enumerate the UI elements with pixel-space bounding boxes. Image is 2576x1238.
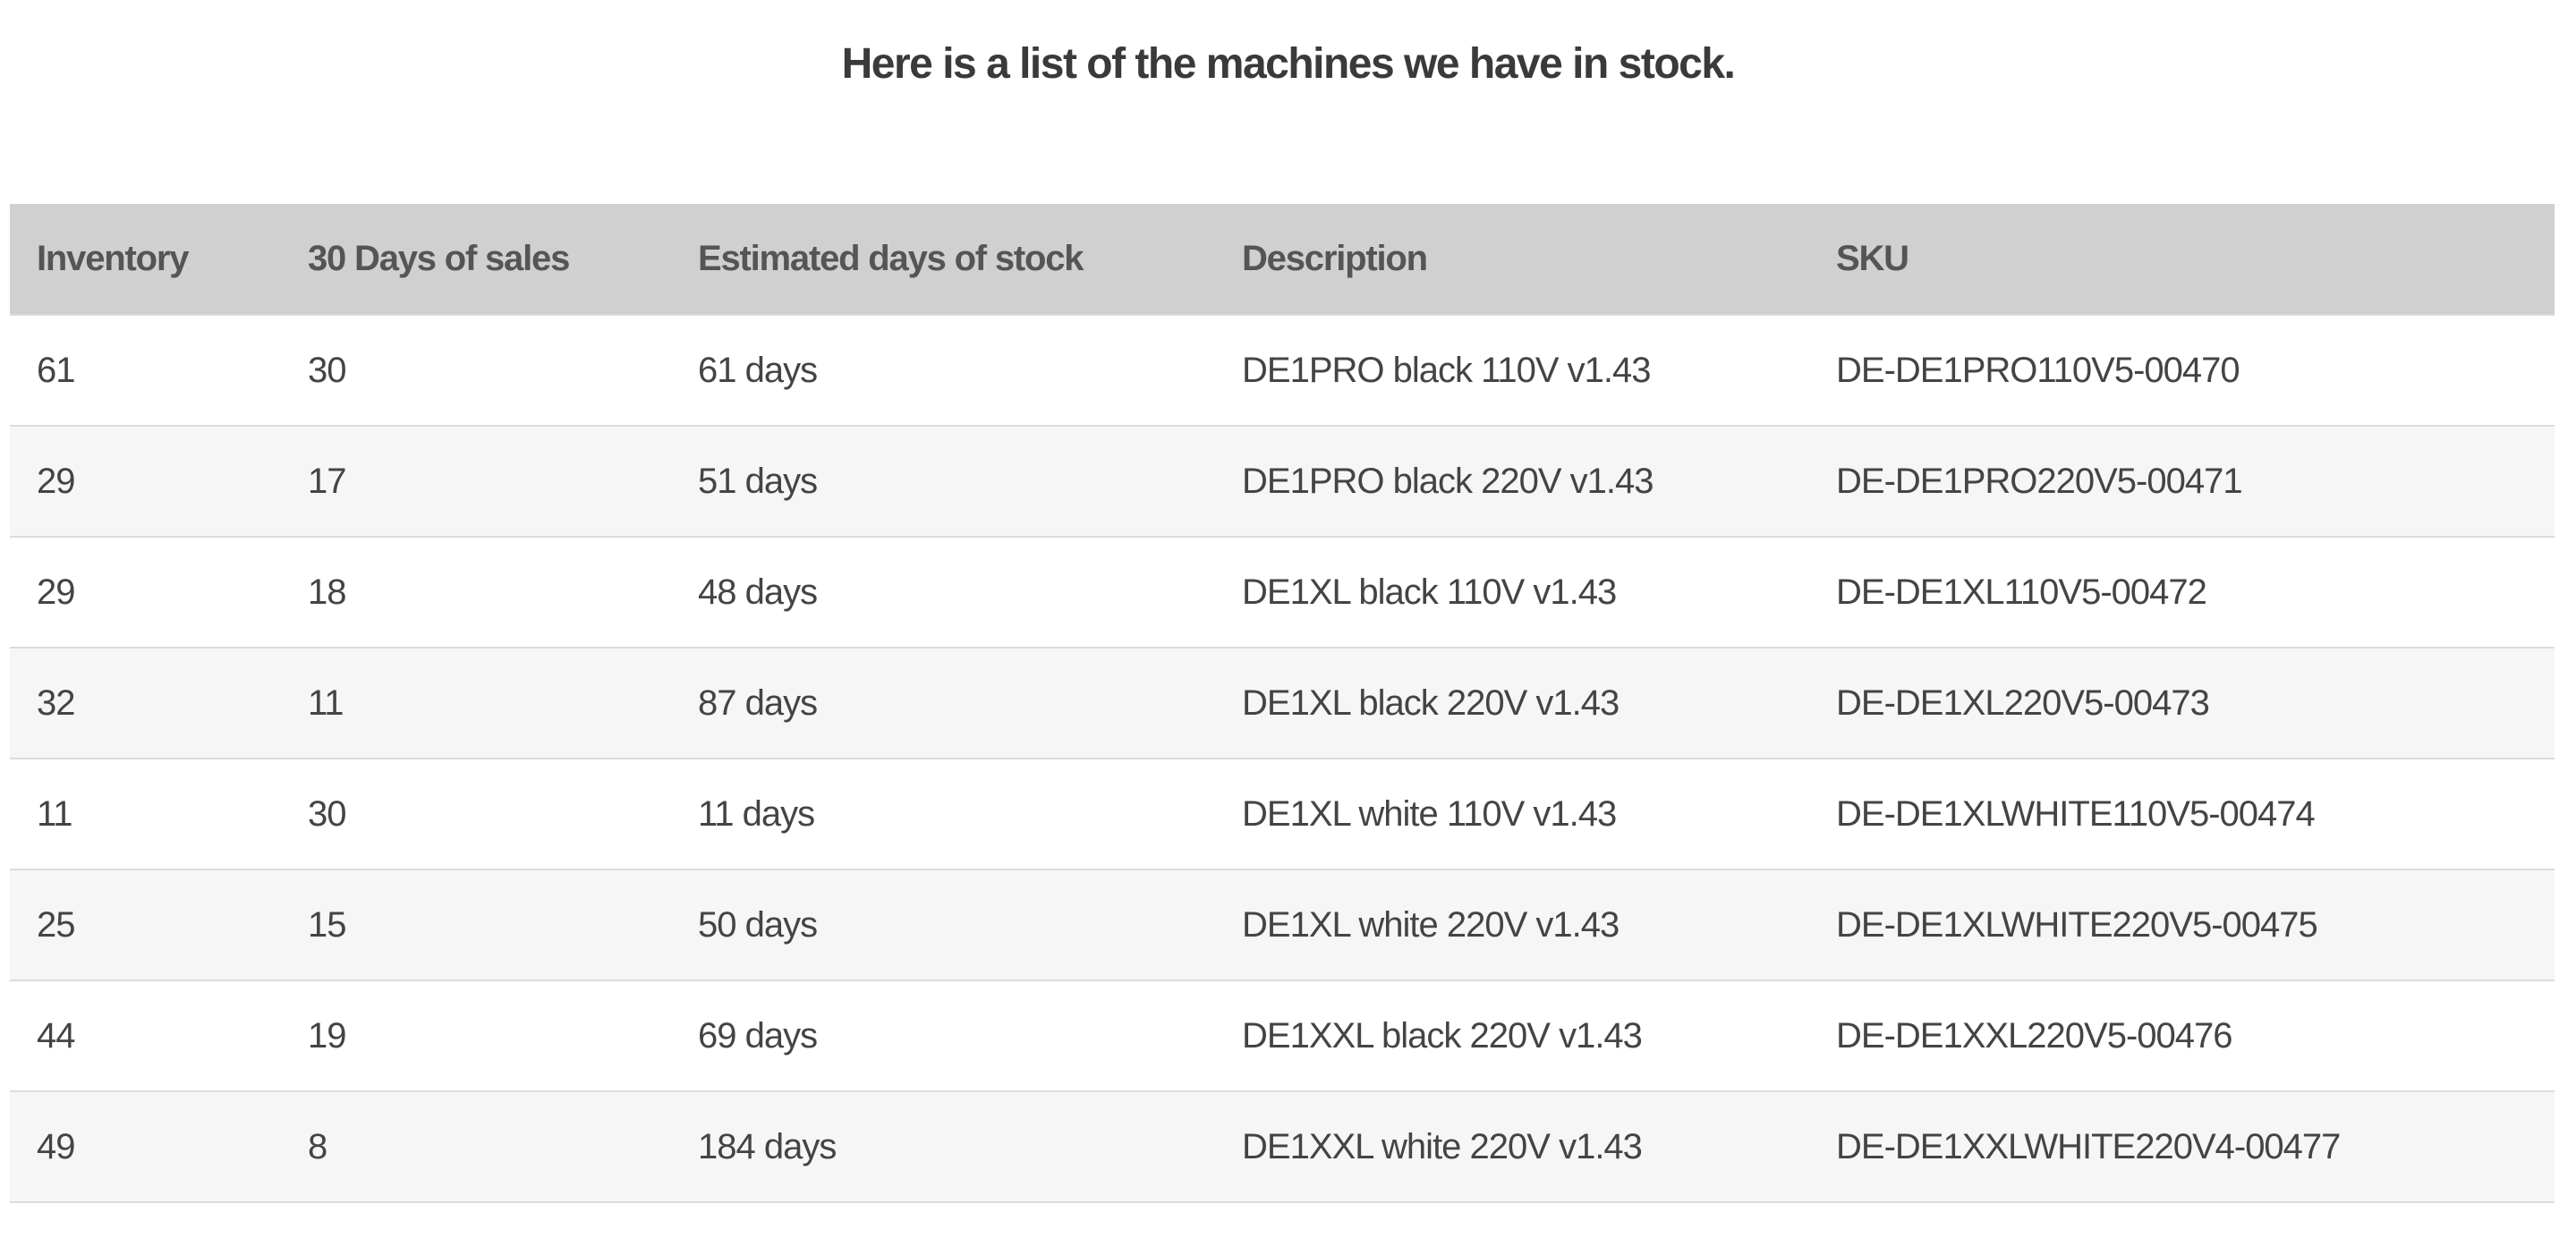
cell-30-days-of-sales: 30 — [308, 350, 347, 390]
cell-estimated-days-of-stock: 69 days — [698, 1015, 818, 1056]
cell-description: DE1XL black 220V v1.43 — [1242, 683, 1620, 723]
cell-sku: DE-DE1XXLWHITE220V4-00477 — [1836, 1126, 2341, 1166]
cell-sku: DE-DE1XLWHITE220V5-00475 — [1836, 904, 2318, 945]
cell-estimated-days-of-stock: 50 days — [698, 904, 818, 945]
table-body: 61 30 61 days DE1PRO black 110V v1.43 DE… — [10, 315, 2555, 1202]
table-row: 11 30 11 days DE1XL white 110V v1.43 DE-… — [10, 759, 2555, 869]
cell-sku: DE-DE1PRO220V5-00471 — [1836, 461, 2243, 501]
cell-sku: DE-DE1XL220V5-00473 — [1836, 683, 2210, 723]
cell-inventory: 25 — [37, 904, 76, 945]
table-row: 49 8 184 days DE1XXL white 220V v1.43 DE… — [10, 1091, 2555, 1202]
cell-30-days-of-sales: 18 — [308, 572, 347, 612]
cell-inventory: 49 — [37, 1126, 76, 1166]
cell-estimated-days-of-stock: 87 days — [698, 683, 818, 723]
table-row: 29 17 51 days DE1PRO black 220V v1.43 DE… — [10, 426, 2555, 537]
table-row: 25 15 50 days DE1XL white 220V v1.43 DE-… — [10, 869, 2555, 980]
cell-estimated-days-of-stock: 11 days — [698, 793, 815, 834]
inventory-table: Inventory 30 Days of sales Estimated day… — [10, 204, 2555, 1203]
page-title: Here is a list of the machines we have i… — [841, 40, 1736, 88]
column-header-inventory: Inventory — [37, 239, 189, 278]
inventory-table-container: Inventory 30 Days of sales Estimated day… — [10, 204, 2555, 1203]
cell-30-days-of-sales: 11 — [308, 683, 344, 723]
cell-estimated-days-of-stock: 61 days — [698, 350, 818, 390]
column-header-30-days-of-sales: 30 Days of sales — [308, 239, 570, 278]
cell-description: DE1XL white 110V v1.43 — [1242, 793, 1617, 834]
cell-sku: DE-DE1PRO110V5-00470 — [1836, 350, 2240, 390]
cell-description: DE1XXL black 220V v1.43 — [1242, 1015, 1643, 1056]
cell-estimated-days-of-stock: 51 days — [698, 461, 818, 501]
cell-inventory: 29 — [37, 572, 76, 612]
column-header-description: Description — [1242, 239, 1428, 278]
table-row: 29 18 48 days DE1XL black 110V v1.43 DE-… — [10, 537, 2555, 648]
cell-description: DE1PRO black 110V v1.43 — [1242, 350, 1652, 390]
table-header-row: Inventory 30 Days of sales Estimated day… — [10, 204, 2555, 315]
cell-30-days-of-sales: 17 — [308, 461, 347, 501]
cell-description: DE1XXL white 220V v1.43 — [1242, 1126, 1643, 1166]
cell-inventory: 44 — [37, 1015, 76, 1056]
column-header-estimated-days-of-stock: Estimated days of stock — [698, 239, 1084, 278]
cell-description: DE1XL white 220V v1.43 — [1242, 904, 1620, 945]
column-header-sku: SKU — [1836, 239, 1909, 278]
cell-sku: DE-DE1XLWHITE110V5-00474 — [1836, 793, 2316, 834]
cell-inventory: 11 — [37, 793, 73, 834]
cell-30-days-of-sales: 8 — [308, 1126, 327, 1166]
cell-inventory: 61 — [37, 350, 76, 390]
table-row: 61 30 61 days DE1PRO black 110V v1.43 DE… — [10, 315, 2555, 426]
cell-30-days-of-sales: 15 — [308, 904, 347, 945]
cell-estimated-days-of-stock: 184 days — [698, 1126, 837, 1166]
cell-30-days-of-sales: 30 — [308, 793, 347, 834]
cell-description: DE1XL black 110V v1.43 — [1242, 572, 1617, 612]
table-header: Inventory 30 Days of sales Estimated day… — [10, 204, 2555, 315]
table-row: 44 19 69 days DE1XXL black 220V v1.43 DE… — [10, 980, 2555, 1091]
cell-estimated-days-of-stock: 48 days — [698, 572, 818, 612]
cell-sku: DE-DE1XL110V5-00472 — [1836, 572, 2207, 612]
cell-inventory: 32 — [37, 683, 76, 723]
cell-sku: DE-DE1XXL220V5-00476 — [1836, 1015, 2233, 1056]
table-row: 32 11 87 days DE1XL black 220V v1.43 DE-… — [10, 648, 2555, 759]
cell-inventory: 29 — [37, 461, 76, 501]
cell-description: DE1PRO black 220V v1.43 — [1242, 461, 1654, 501]
cell-30-days-of-sales: 19 — [308, 1015, 347, 1056]
